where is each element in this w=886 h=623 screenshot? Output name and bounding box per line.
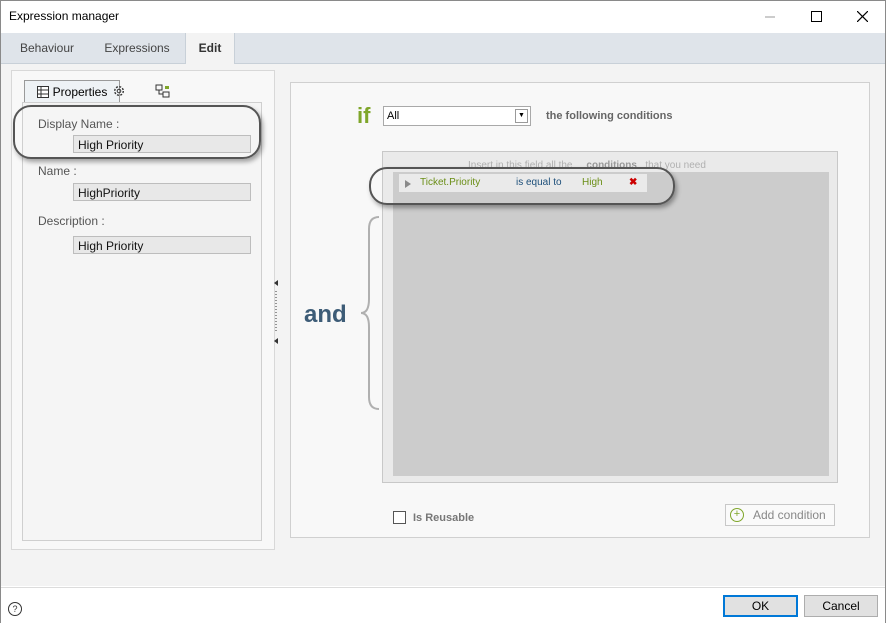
- quantifier-select[interactable]: All ▼: [383, 106, 531, 126]
- expand-triangle-icon[interactable]: [405, 180, 411, 188]
- if-label: if: [357, 103, 371, 128]
- add-condition-button[interactable]: + Add condition: [725, 504, 835, 526]
- close-icon: [856, 11, 868, 22]
- minimize-icon: [765, 16, 775, 17]
- properties-grid-icon: [36, 85, 49, 98]
- properties-form: Display Name : High Priority Name : High…: [22, 102, 262, 541]
- tab-behaviour[interactable]: Behaviour: [9, 33, 85, 63]
- edit-content: Properties Display Name : High Priority: [1, 64, 885, 586]
- description-field[interactable]: High Priority: [73, 236, 251, 254]
- expression-manager-window: Expression manager Behaviour Expressions…: [0, 0, 886, 623]
- name-field[interactable]: HighPriority: [73, 183, 251, 201]
- maximize-button[interactable]: [793, 1, 839, 32]
- condition-operator[interactable]: is equal to: [516, 174, 562, 192]
- panel-splitter[interactable]: [273, 70, 279, 548]
- quantifier-value: All: [387, 110, 400, 122]
- cancel-button[interactable]: Cancel: [804, 595, 878, 617]
- condition-value[interactable]: High: [582, 174, 603, 192]
- description-label: Description :: [38, 214, 105, 228]
- checkbox-box[interactable]: [393, 511, 406, 524]
- properties-panel: Properties Display Name : High Priority: [11, 70, 275, 550]
- subtab-dependencies[interactable]: [154, 80, 172, 101]
- title-bar: Expression manager: [1, 1, 885, 32]
- ok-button[interactable]: OK: [723, 595, 798, 617]
- window-title: Expression manager: [9, 9, 120, 23]
- conditions-area[interactable]: Insert in this field all the conditions …: [369, 151, 838, 483]
- minimize-button[interactable]: [747, 1, 793, 32]
- hint-prefix: Insert in this field all the: [468, 160, 573, 171]
- display-name-label: Display Name :: [38, 117, 120, 131]
- dialog-footer: ? OK Cancel: [1, 587, 885, 623]
- display-name-field[interactable]: High Priority: [73, 135, 251, 153]
- is-reusable-label: Is Reusable: [413, 511, 475, 524]
- subtab-properties-label: Properties: [52, 84, 108, 99]
- tab-expressions[interactable]: Expressions: [93, 33, 181, 63]
- condition-row[interactable]: Ticket.Priority is equal to High ✖: [399, 174, 647, 192]
- dropdown-arrow-icon: ▼: [515, 109, 528, 123]
- tab-bar: Behaviour Expressions Edit: [1, 33, 885, 64]
- conditions-dropzone[interactable]: [393, 172, 829, 476]
- add-condition-label: Add condition: [753, 508, 826, 522]
- name-label: Name :: [38, 164, 77, 178]
- splitter-grip-icon: [274, 280, 278, 344]
- conditions-hint: Insert in this field all the conditions …: [468, 160, 706, 171]
- dependencies-icon: [155, 84, 170, 97]
- plus-circle-icon: +: [730, 508, 744, 522]
- hint-suffix: that you need: [645, 160, 706, 171]
- is-reusable-checkbox[interactable]: Is Reusable: [393, 511, 474, 524]
- rule-editor: if All ▼ the following conditions and In…: [290, 82, 870, 538]
- gear-icon: [113, 85, 125, 96]
- and-label: and: [304, 301, 347, 328]
- subtab-settings[interactable]: [110, 80, 128, 101]
- following-conditions-label: the following conditions: [546, 110, 673, 122]
- subtab-properties[interactable]: Properties: [24, 80, 120, 103]
- condition-field[interactable]: Ticket.Priority: [420, 174, 480, 192]
- curly-brace-icon: [360, 216, 380, 410]
- maximize-icon: [810, 11, 822, 22]
- hint-bold: conditions: [586, 160, 637, 171]
- close-button[interactable]: [839, 1, 885, 32]
- tab-edit[interactable]: Edit: [185, 33, 235, 64]
- delete-condition-icon[interactable]: ✖: [629, 174, 637, 192]
- help-icon[interactable]: ?: [8, 602, 22, 616]
